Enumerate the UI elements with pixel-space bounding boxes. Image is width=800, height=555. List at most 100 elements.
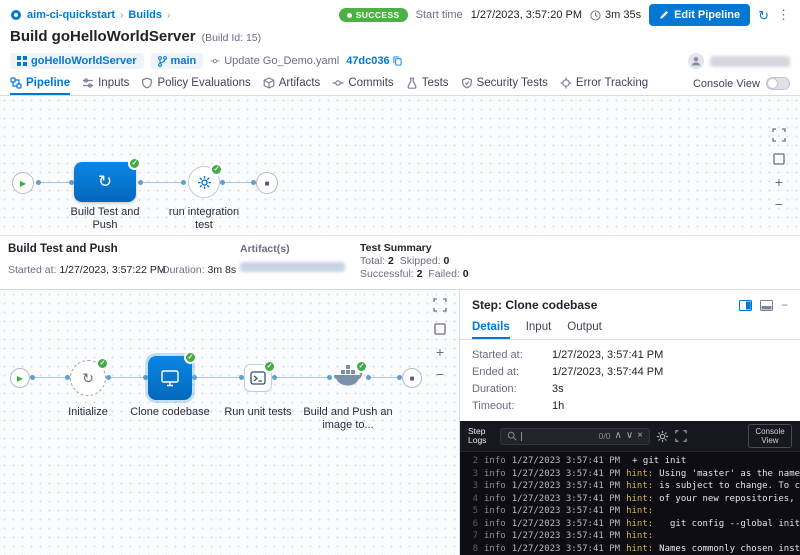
zoom-out-button[interactable]: − xyxy=(436,368,444,380)
log-body[interactable]: 2info1/27/2023 3:57:41 PM+ git init 3inf… xyxy=(460,452,800,555)
stage-label[interactable]: Build Test and Push xyxy=(63,206,147,232)
split-right-view-icon[interactable] xyxy=(739,300,752,311)
console-view-toggle-group: Console View xyxy=(693,72,790,95)
canvas-controls: + − xyxy=(433,298,447,380)
log-timestamp: 1/27/2023 3:57:41 PM xyxy=(512,505,620,518)
branch-chip[interactable]: main xyxy=(151,53,204,69)
fullscreen-icon[interactable] xyxy=(433,298,447,312)
stop-icon: ■ xyxy=(410,374,415,383)
log-level: info xyxy=(484,543,506,555)
stage-summary: Build Test and Push Started at: 1/27/202… xyxy=(0,236,800,290)
log-title: Step Logs xyxy=(468,427,494,446)
graph-end-node[interactable]: ■ xyxy=(256,172,278,194)
top-bar: aim-ci-quickstart › Builds › SUCCESS Sta… xyxy=(0,0,800,26)
log-fullscreen-icon[interactable] xyxy=(675,430,687,442)
test-summary-label: Test Summary xyxy=(360,242,432,254)
commit-icon xyxy=(210,56,220,66)
stage-graph-canvas[interactable]: ▶ ↻ ✓ ✓ ■ Build Test and Push run integr… xyxy=(0,96,800,236)
user-icon xyxy=(691,56,701,66)
step-details-panel: Step: Clone codebase − Details Input Out… xyxy=(460,290,800,555)
started-at: Started at: 1/27/2023, 3:57:22 PM xyxy=(8,264,166,276)
tab-details[interactable]: Details xyxy=(472,316,510,339)
status-badge: SUCCESS xyxy=(339,8,408,22)
shield-icon xyxy=(141,77,153,89)
step-node-clone-codebase[interactable]: ✓ xyxy=(148,356,192,400)
step-details-list: Started at:1/27/2023, 3:57:41 PM Ended a… xyxy=(460,340,800,421)
avatar[interactable] xyxy=(688,53,704,69)
tab-security-tests[interactable]: Security Tests xyxy=(461,72,548,95)
log-search-input[interactable]: 0/0 ∧ ∨ × xyxy=(500,428,650,445)
tab-label: Security Tests xyxy=(477,77,548,89)
graph-connector xyxy=(108,377,146,378)
repo-chip[interactable]: goHelloWorldServer xyxy=(10,53,144,69)
log-level: info xyxy=(484,493,506,506)
tab-label: Error Tracking xyxy=(576,77,648,89)
graph-start-node[interactable]: ▶ xyxy=(10,368,30,388)
sliders-icon xyxy=(82,77,94,89)
more-options-icon[interactable]: ⋮ xyxy=(777,7,790,23)
step-label[interactable]: run integration test xyxy=(159,206,249,232)
breadcrumb-project[interactable]: aim-ci-quickstart xyxy=(27,9,115,21)
artifact-link-redacted[interactable] xyxy=(240,262,345,272)
step-label-initialize[interactable]: Initialize xyxy=(56,406,120,419)
clear-search-icon[interactable]: × xyxy=(637,431,643,441)
stage-node-build-test-and-push[interactable]: ↻ ✓ xyxy=(74,162,136,202)
refresh-icon[interactable]: ↻ xyxy=(758,9,769,22)
stop-icon: ■ xyxy=(265,179,270,188)
minimize-icon[interactable]: − xyxy=(781,298,788,312)
tab-output[interactable]: Output xyxy=(567,316,602,339)
pencil-icon xyxy=(659,10,669,20)
artifacts-label: Artifact(s) xyxy=(240,243,290,255)
graph-end-node[interactable]: ■ xyxy=(402,368,422,388)
copy-icon xyxy=(393,56,402,66)
tab-input[interactable]: Input xyxy=(526,316,552,339)
edit-pipeline-label: Edit Pipeline xyxy=(674,9,740,21)
step-label-run-unit-tests[interactable]: Run unit tests xyxy=(220,406,296,419)
step-panel-tabs: Details Input Output xyxy=(460,316,800,340)
log-message: git config --global init.defaul xyxy=(659,518,800,531)
project-icon xyxy=(10,9,22,21)
clone-codebase-icon xyxy=(160,369,180,387)
step-node-run-unit-tests[interactable]: ✓ xyxy=(244,364,272,392)
tab-artifacts[interactable]: Artifacts xyxy=(263,72,321,95)
zoom-in-button[interactable]: + xyxy=(436,346,444,358)
step-node-initialize[interactable]: ↻ ✓ xyxy=(70,360,106,396)
edit-pipeline-button[interactable]: Edit Pipeline xyxy=(649,4,750,26)
tab-inputs[interactable]: Inputs xyxy=(82,72,129,95)
log-line: 6info1/27/2023 3:57:41 PMhint: git confi… xyxy=(460,518,800,531)
detail-row: Duration:3s xyxy=(472,383,788,395)
log-line: 2info1/27/2023 3:57:41 PM+ git init xyxy=(460,455,800,468)
split-bottom-view-icon[interactable] xyxy=(760,300,773,311)
zoom-in-button[interactable]: + xyxy=(775,176,783,188)
next-match-icon[interactable]: ∨ xyxy=(626,431,633,441)
graph-start-node[interactable]: ▶ xyxy=(12,172,34,194)
step-node-build-and-push[interactable]: ✓ xyxy=(332,364,366,390)
commit-sha-link[interactable]: 47dc036 xyxy=(346,55,401,67)
tab-commits[interactable]: Commits xyxy=(332,72,393,95)
console-view-button[interactable]: Console View xyxy=(748,424,792,448)
zoom-out-button[interactable]: − xyxy=(775,198,783,210)
tab-policy-evaluations[interactable]: Policy Evaluations xyxy=(141,72,250,95)
fullscreen-icon[interactable] xyxy=(772,128,786,142)
search-icon xyxy=(507,431,517,441)
tab-bar: Pipeline Inputs Policy Evaluations Artif… xyxy=(0,72,800,96)
console-view-toggle[interactable] xyxy=(766,77,790,90)
reset-view-icon[interactable] xyxy=(433,322,447,336)
step-graph-canvas[interactable]: ▶ ↻ ✓ ✓ ✓ ✓ ■ Initialize xyxy=(0,290,460,555)
commit-message-text: Update Go_Demo.yaml xyxy=(224,55,339,67)
commit-message: Update Go_Demo.yaml xyxy=(210,55,339,67)
stage-node-run-integration-test[interactable]: ✓ xyxy=(188,166,220,198)
step-label-clone-codebase[interactable]: Clone codebase xyxy=(125,406,215,419)
log-toolbar: Step Logs 0/0 ∧ ∨ × Console View xyxy=(460,421,800,452)
log-line-number: 5 xyxy=(468,505,478,518)
tab-error-tracking[interactable]: Error Tracking xyxy=(560,72,648,95)
step-label-build-and-push[interactable]: Build and Push an image to... xyxy=(303,406,393,432)
grid-icon xyxy=(17,56,27,66)
reset-view-icon[interactable] xyxy=(772,152,786,166)
breadcrumb-builds[interactable]: Builds xyxy=(128,9,162,21)
log-settings-gear-icon[interactable] xyxy=(656,430,669,443)
prev-match-icon[interactable]: ∧ xyxy=(615,431,622,441)
tab-pipeline[interactable]: Pipeline xyxy=(10,72,70,95)
breadcrumb: aim-ci-quickstart › Builds › xyxy=(10,9,170,21)
tab-tests[interactable]: Tests xyxy=(406,72,449,95)
